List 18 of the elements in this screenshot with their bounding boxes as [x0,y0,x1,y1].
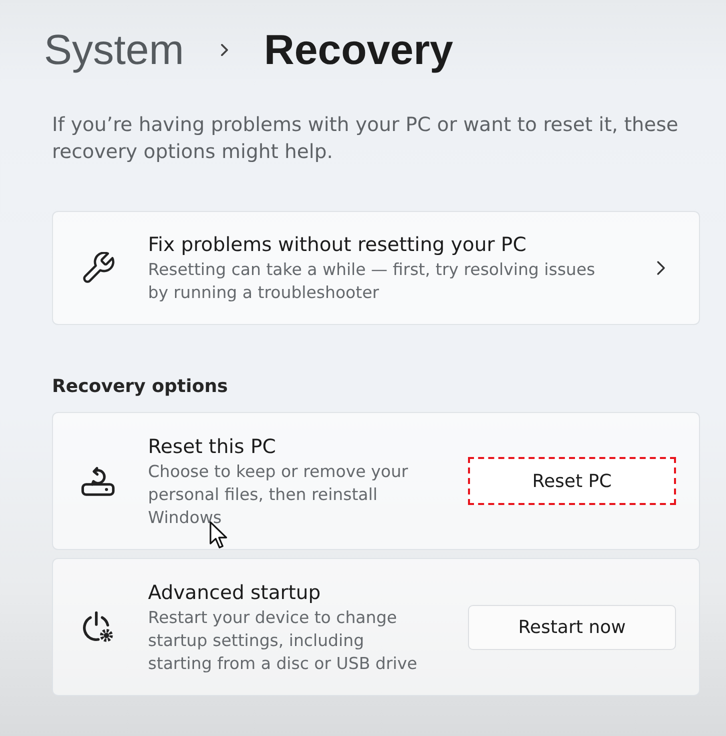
page-title: Recovery [264,25,454,75]
troubleshoot-card[interactable]: Fix problems without resetting your PC Resetting can take a while — first, try resolving issues by running a troubleshooter [52,211,700,325]
section-heading: Recovery options [52,375,229,399]
option-title: Advanced startup [148,580,322,606]
restart-now-button[interactable]: Restart now [468,604,676,650]
chevron-right-icon [221,44,228,56]
power-gear-icon [81,611,115,643]
option-title: Reset this PC [148,434,277,460]
page-description: If you’re having problems with your PC or want to reset it, these recovery options might help. [52,112,680,165]
wrench-icon [81,252,115,284]
reset-drive-icon [81,465,115,497]
chevron-right-icon [657,261,665,275]
reset-pc-button[interactable]: Reset PC [468,457,676,505]
option-description: Choose to keep or remove your personal files, then reinstall Windows [148,460,410,528]
card-description: Resetting can take a while — first, try resolving issues by running a troubleshooter [148,259,596,304]
breadcrumb-parent[interactable]: System [44,22,184,78]
card-title: Fix problems without resetting your PC [148,232,528,258]
option-description: Restart your device to change startup settings, including starting from a disc or USB drive [148,606,418,674]
